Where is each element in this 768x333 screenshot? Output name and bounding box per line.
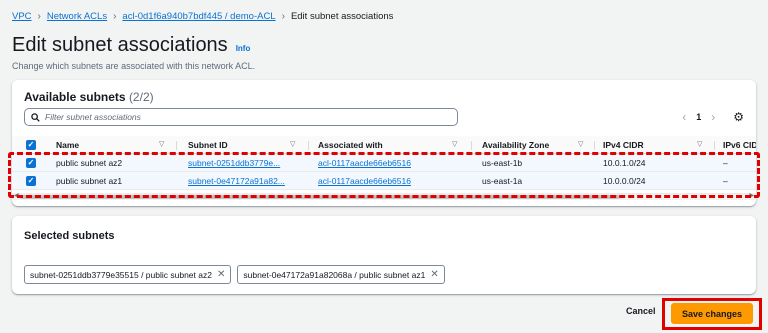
search-icon — [31, 112, 40, 122]
row-ipv4-cidr: 10.0.1.0/24 — [603, 158, 646, 168]
row-associated-acl-link[interactable]: acl-0117aacde66eb6516 — [318, 172, 468, 190]
row-subnet-id-link[interactable]: subnet-0e47172a91a82... — [188, 172, 302, 190]
column-header-availability-zone[interactable]: Availability Zone — [482, 136, 582, 154]
column-header-subnet-id[interactable]: Subnet ID — [188, 136, 288, 154]
row-checkbox[interactable]: ✓ — [26, 176, 36, 186]
save-changes-button[interactable]: Save changes — [671, 303, 753, 324]
row-subnet-id-link[interactable]: subnet-0251ddb3779e... — [188, 154, 302, 172]
selected-token-list: subnet-0251ddb3779e35515 / public subnet… — [24, 265, 445, 284]
chevron-right-icon: › — [37, 11, 41, 22]
cancel-button[interactable]: Cancel — [626, 306, 656, 316]
select-all-checkbox[interactable]: ✓ — [26, 140, 36, 150]
selected-subnet-token: subnet-0251ddb3779e35515 / public subnet… — [24, 265, 232, 284]
sort-icon[interactable]: ▽ — [290, 136, 295, 154]
column-divider[interactable] — [176, 141, 177, 150]
available-subnets-count: (2/2) — [128, 90, 154, 104]
token-label: subnet-0e47172a91a82068a / public subnet… — [243, 269, 426, 280]
subnets-table: ✓ Name ▽ Subnet ID ▽ Associated with ▽ A… — [12, 136, 756, 190]
column-header-name[interactable]: Name — [56, 136, 156, 154]
gear-icon[interactable]: ⚙ — [733, 110, 744, 124]
page-number[interactable]: 1 — [696, 112, 701, 122]
pagination: ‹ 1 › ⚙ — [682, 110, 744, 124]
close-icon[interactable]: ✕ — [217, 269, 225, 280]
row-ipv6-cidr: – — [723, 158, 728, 168]
page-description: Change which subnets are associated with… — [12, 61, 256, 71]
info-link[interactable]: Info — [236, 44, 251, 53]
column-header-ipv6-cidr[interactable]: IPv6 CID — [723, 136, 756, 154]
chevron-right-icon: › — [281, 11, 285, 22]
row-ipv4-cidr: 10.0.0.0/24 — [603, 176, 646, 186]
row-associated-acl-link[interactable]: acl-0117aacde66eb6516 — [318, 154, 468, 172]
close-icon[interactable]: ✕ — [430, 269, 438, 280]
available-subnets-panel: Available subnets (2/2) ‹ 1 › ⚙ ✓ Name ▽… — [12, 80, 756, 206]
row-ipv6-cidr: – — [723, 176, 728, 186]
row-availability-zone: us-east-1b — [482, 158, 523, 168]
table-row[interactable]: ✓ public subnet az1 subnet-0e47172a91a82… — [12, 172, 756, 190]
token-label: subnet-0251ddb3779e35515 / public subnet… — [30, 269, 212, 280]
available-subnets-title: Available subnets — [24, 90, 126, 104]
row-checkbox[interactable]: ✓ — [26, 158, 36, 168]
page-title: Edit subnet associations Info — [12, 34, 250, 57]
next-page-icon[interactable]: › — [711, 110, 715, 124]
sort-icon[interactable]: ▽ — [697, 136, 702, 154]
sort-icon[interactable]: ▽ — [159, 136, 164, 154]
selected-subnet-token: subnet-0e47172a91a82068a / public subnet… — [237, 265, 445, 284]
filter-input[interactable] — [45, 112, 425, 122]
selected-subnets-title: Selected subnets — [24, 230, 115, 242]
sort-icon[interactable]: ▽ — [452, 136, 457, 154]
available-subnets-heading: Available subnets (2/2) — [24, 90, 154, 104]
row-name: public subnet az2 — [56, 158, 123, 168]
breadcrumb-current: Edit subnet associations — [290, 11, 394, 22]
column-header-ipv4-cidr[interactable]: IPv4 CIDR — [603, 136, 683, 154]
table-row[interactable]: ✓ public subnet az2 subnet-0251ddb3779e.… — [12, 154, 756, 172]
table-header: ✓ Name ▽ Subnet ID ▽ Associated with ▽ A… — [12, 136, 756, 154]
breadcrumb-vpc[interactable]: VPC — [12, 11, 32, 22]
chevron-right-icon: › — [113, 11, 117, 22]
scroll-left-icon[interactable]: ◀ — [14, 192, 19, 199]
sort-icon[interactable]: ▽ — [578, 136, 583, 154]
page-title-text: Edit subnet associations — [12, 34, 228, 56]
row-availability-zone: us-east-1a — [482, 176, 523, 186]
selected-subnets-panel: Selected subnets subnet-0251ddb3779e3551… — [12, 216, 756, 294]
horizontal-scrollbar[interactable]: ◀ ▶ — [12, 193, 756, 200]
breadcrumb-acl[interactable]: acl-0d1f6a940b7bdf445 / demo-ACL — [122, 11, 275, 22]
column-header-associated-with[interactable]: Associated with — [318, 136, 438, 154]
breadcrumb-network-acls[interactable]: Network ACLs — [47, 11, 107, 22]
row-name: public subnet az1 — [56, 176, 123, 186]
column-divider[interactable] — [714, 141, 715, 150]
filter-field[interactable] — [24, 108, 458, 126]
scrollbar-thumb[interactable] — [20, 195, 620, 199]
column-divider[interactable] — [308, 141, 309, 150]
previous-page-icon[interactable]: ‹ — [682, 110, 686, 124]
breadcrumb: VPC › Network ACLs › acl-0d1f6a940b7bdf4… — [12, 11, 393, 22]
column-divider[interactable] — [594, 141, 595, 150]
scroll-right-icon[interactable]: ▶ — [749, 192, 754, 199]
column-divider[interactable] — [471, 141, 472, 150]
